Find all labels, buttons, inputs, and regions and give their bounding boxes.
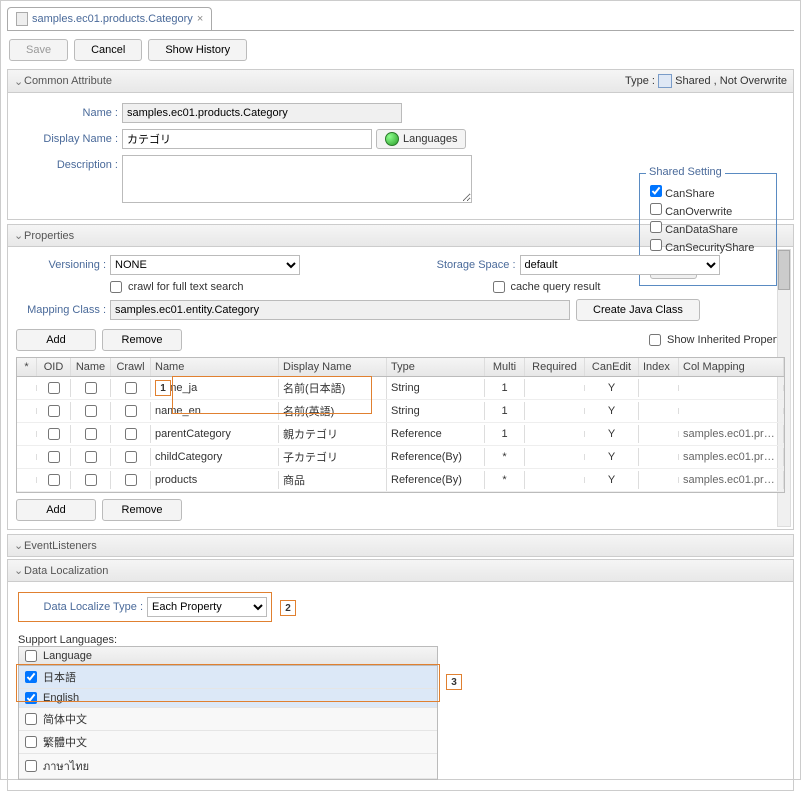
toolbar: Save Cancel Show History xyxy=(7,31,794,69)
lang-row[interactable]: 日本語 xyxy=(19,666,437,689)
tab-bar: samples.ec01.products.Category × xyxy=(7,7,794,31)
data-localization-body: Data Localize Type : Each Property 2 Sup… xyxy=(7,582,794,791)
description-field[interactable] xyxy=(122,155,472,203)
can-overwrite-checkbox[interactable]: CanOverwrite xyxy=(650,203,766,218)
save-button[interactable]: Save xyxy=(9,39,68,61)
callout-3: 3 xyxy=(446,674,462,690)
properties-body: Versioning : NONE Storage Space : defaul… xyxy=(7,247,794,530)
show-inherited-checkbox[interactable]: Show Inherited Property xyxy=(649,334,785,346)
support-languages-label: Support Languages: xyxy=(18,634,783,646)
globe-icon xyxy=(385,132,399,146)
data-localize-type-label: Data Localize Type : xyxy=(23,601,143,613)
table-row[interactable]: name_ja名前(日本語)String1Y xyxy=(17,377,784,400)
properties-table: * OID Name Crawl Name Display Name Type … xyxy=(16,357,785,493)
lang-header-checkbox[interactable] xyxy=(25,650,37,662)
lang-row[interactable]: ภาษาไทย xyxy=(19,754,437,779)
table-header: * OID Name Crawl Name Display Name Type … xyxy=(17,358,784,377)
versioning-select[interactable]: NONE xyxy=(110,255,300,275)
table-row[interactable]: parentCategory親カテゴリReference1Ysamples.ec… xyxy=(17,423,784,446)
storage-select[interactable]: default xyxy=(520,255,720,275)
close-icon[interactable]: × xyxy=(197,13,203,25)
lang-row[interactable]: 简体中文 xyxy=(19,708,437,731)
lang-row[interactable]: 繁體中文 xyxy=(19,731,437,754)
add-button-bottom[interactable]: Add xyxy=(16,499,96,521)
type-line: Type : Shared , Not Overwrite xyxy=(625,74,787,88)
languages-button[interactable]: Languages xyxy=(376,129,466,149)
common-attribute-header[interactable]: ⌄ Common Attribute Type : Shared , Not O… xyxy=(7,69,794,93)
tab-category[interactable]: samples.ec01.products.Category × xyxy=(7,7,212,30)
show-history-button[interactable]: Show History xyxy=(148,39,247,61)
name-label: Name : xyxy=(18,107,118,119)
data-localization-label: Data Localization xyxy=(24,565,108,577)
remove-button-top[interactable]: Remove xyxy=(102,329,182,351)
chevron-down-icon: ⌄ xyxy=(14,539,24,552)
event-listeners-label: EventListeners xyxy=(24,540,97,552)
cancel-button[interactable]: Cancel xyxy=(74,39,142,61)
lang-table-header: Language xyxy=(19,647,437,666)
versioning-label: Versioning : xyxy=(16,259,106,271)
display-name-label: Display Name : xyxy=(18,133,118,145)
tab-title: samples.ec01.products.Category xyxy=(32,13,193,25)
mapping-class-field[interactable] xyxy=(110,300,570,320)
languages-table: Language 日本語 English 简体中文 繁體中文 ภาษาไทย xyxy=(18,646,438,780)
shared-icon xyxy=(658,74,672,88)
data-localization-header[interactable]: ⌄ Data Localization xyxy=(7,559,794,582)
callout-1: 1 xyxy=(155,380,171,396)
remove-button-bottom[interactable]: Remove xyxy=(102,499,182,521)
chevron-down-icon: ⌄ xyxy=(14,75,24,88)
chevron-down-icon: ⌄ xyxy=(14,229,24,242)
cache-checkbox[interactable]: cache query result xyxy=(493,281,786,293)
name-field[interactable] xyxy=(122,103,402,123)
add-button-top[interactable]: Add xyxy=(16,329,96,351)
create-java-class-button[interactable]: Create Java Class xyxy=(576,299,700,321)
event-listeners-header[interactable]: ⌄ EventListeners xyxy=(7,534,794,557)
shared-legend: Shared Setting xyxy=(646,166,725,178)
table-row[interactable]: childCategory子カテゴリReference(By)*Ysamples… xyxy=(17,446,784,469)
chevron-down-icon: ⌄ xyxy=(14,564,24,577)
properties-header-label: Properties xyxy=(24,230,74,242)
table-row[interactable]: name_en名前(英語)String1Y xyxy=(17,400,784,423)
document-icon xyxy=(16,12,28,26)
display-name-field[interactable] xyxy=(122,129,372,149)
storage-label: Storage Space : xyxy=(416,259,516,271)
common-attribute-body: Name : Display Name : Languages Descript… xyxy=(7,93,794,220)
table-row[interactable]: products商品Reference(By)*Ysamples.ec01.pr… xyxy=(17,469,784,492)
data-localize-type-select[interactable]: Each Property xyxy=(147,597,267,617)
callout-2: 2 xyxy=(280,600,296,616)
common-header-label: Common Attribute xyxy=(24,75,112,87)
mapping-class-label: Mapping Class : xyxy=(16,304,106,316)
crawl-checkbox[interactable]: crawl for full text search xyxy=(110,281,403,293)
can-data-share-checkbox[interactable]: CanDataShare xyxy=(650,221,766,236)
can-share-checkbox[interactable]: CanShare xyxy=(650,185,766,200)
lang-row[interactable]: English xyxy=(19,689,437,708)
description-label: Description : xyxy=(18,159,118,171)
